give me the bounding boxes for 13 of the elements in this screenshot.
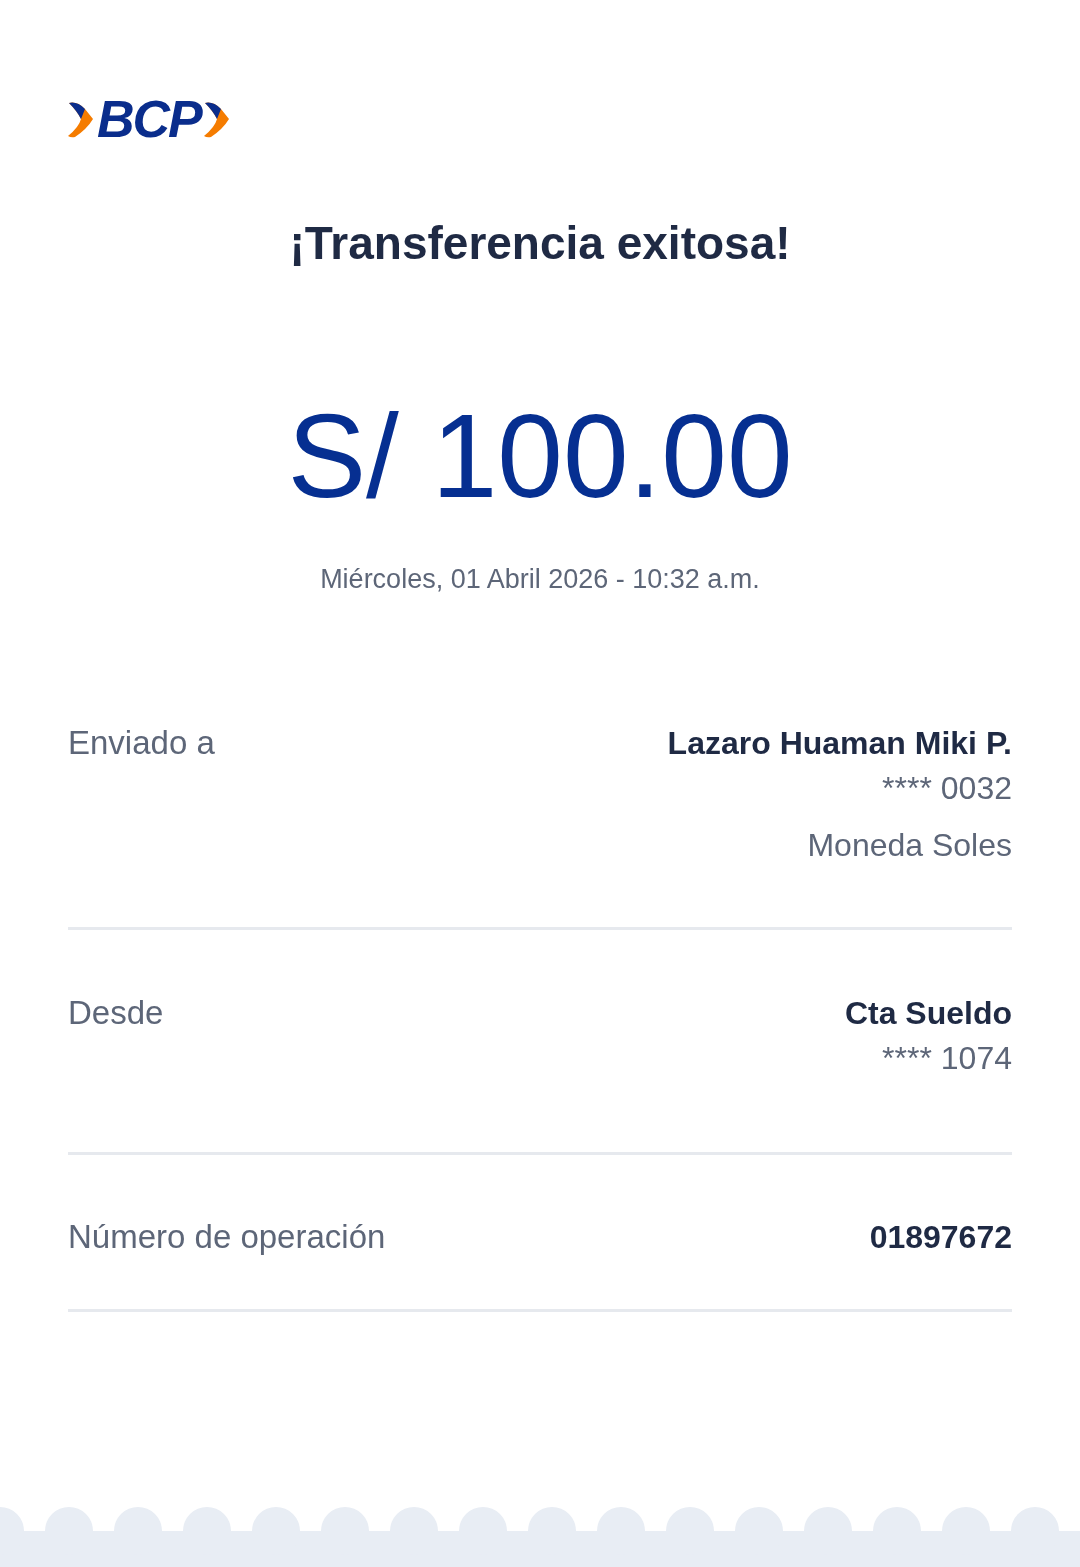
date-time: Miércoles, 01 Abril 2026 - 10:32 a.m. <box>320 563 760 596</box>
success-title: ¡Transferencia exitosa! <box>289 216 791 271</box>
detail-value: 01897672 <box>869 1218 1012 1257</box>
detail-value: Moneda Soles <box>807 826 1012 865</box>
detail-value: **** 1074 <box>882 1039 1012 1078</box>
detail-label: Número de operación <box>68 1217 386 1257</box>
detail-value: **** 0032 <box>882 769 1012 808</box>
detail-value: Cta Sueldo <box>844 994 1012 1033</box>
detail-label: Enviado a <box>68 723 215 763</box>
amount: S/ 100.00 <box>287 391 793 521</box>
detail-value: Lazaro Huaman Miki P. <box>667 724 1012 763</box>
logo-text: BCP <box>97 93 201 145</box>
detail-label: Desde <box>68 993 164 1033</box>
